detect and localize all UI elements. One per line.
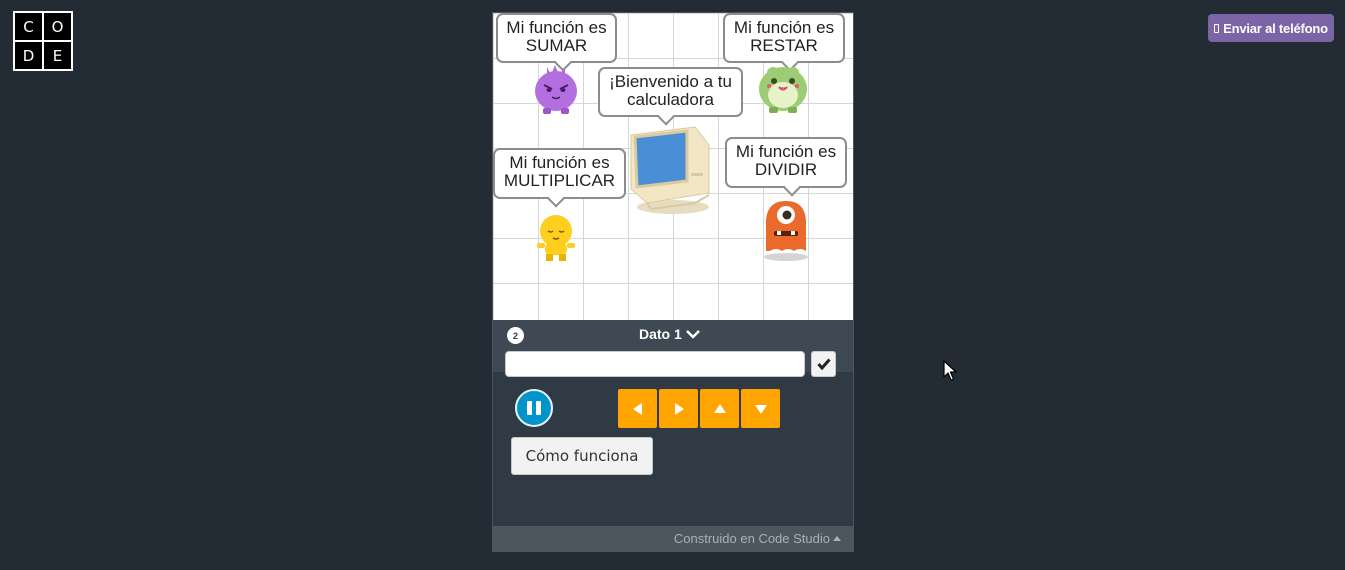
computer-sprite — [630, 126, 710, 214]
speech-bubble-divide: Mi función es DIVIDIR — [725, 137, 847, 188]
speech-bubble-add: Mi función es SUMAR — [496, 13, 617, 63]
step-badge: 2 — [507, 327, 524, 344]
bubble-line: SUMAR — [525, 36, 588, 55]
speech-bubble-welcome: ¡Bienvenido a tu calculadora — [598, 67, 743, 117]
check-icon — [816, 358, 831, 370]
bubble-line: RESTAR — [750, 36, 818, 55]
footer-label: Construido en Code Studio — [673, 531, 830, 546]
speech-bubble-multiply: Mi función es MULTIPLICAR — [493, 148, 626, 199]
pause-icon — [527, 401, 532, 415]
arrow-controls — [618, 389, 780, 428]
purple-monster-sprite — [535, 65, 577, 114]
app-frame: Mi función es SUMAR Mi función es RESTAR — [492, 12, 854, 552]
up-arrow-button[interactable] — [700, 389, 739, 428]
logo-letter: C — [15, 13, 42, 40]
bubble-line: Mi función es — [733, 18, 835, 37]
arrow-down-icon — [754, 404, 767, 414]
green-monster-sprite — [759, 67, 807, 113]
code-logo[interactable]: C O D E — [13, 11, 73, 71]
phone-icon — [1214, 23, 1220, 33]
right-arrow-button[interactable] — [659, 389, 698, 428]
caret-up-icon — [833, 536, 841, 541]
code-studio-footer[interactable]: Construido en Code Studio — [493, 526, 853, 551]
bubble-line: Mi función es — [506, 18, 607, 37]
yellow-character-sprite — [537, 215, 575, 261]
logo-letter: D — [15, 42, 42, 69]
dato-dropdown[interactable]: Dato 1 — [639, 326, 700, 342]
send-to-phone-button[interactable]: Enviar al teléfono — [1208, 14, 1334, 42]
arrow-right-icon — [674, 402, 684, 415]
logo-letter: O — [44, 13, 71, 40]
chevron-down-icon — [685, 330, 700, 339]
arrow-left-icon — [632, 402, 642, 415]
left-arrow-button[interactable] — [618, 389, 657, 428]
pause-button[interactable] — [515, 389, 553, 427]
dato-label: Dato 1 — [639, 326, 682, 342]
bubble-line: MULTIPLICAR — [503, 171, 616, 190]
send-to-phone-label: Enviar al teléfono — [1223, 20, 1328, 36]
logo-letter: E — [44, 42, 71, 69]
bubble-line: Mi función es — [735, 142, 837, 161]
bubble-line: ¡Bienvenido a tu — [609, 72, 732, 91]
speech-bubble-subtract: Mi función es RESTAR — [723, 13, 845, 63]
submit-answer-button[interactable] — [811, 351, 836, 377]
pause-icon — [536, 401, 541, 415]
mouse-cursor-icon — [943, 360, 957, 381]
bubble-line: DIVIDIR — [754, 160, 818, 179]
answer-input[interactable] — [505, 351, 805, 377]
orange-monster-sprite — [764, 201, 808, 261]
instructions-bar: 2 Dato 1 — [493, 320, 853, 377]
how-it-works-button[interactable]: Cómo funciona — [511, 437, 653, 475]
play-stage[interactable]: Mi función es SUMAR Mi función es RESTAR — [493, 13, 853, 320]
bubble-line: calculadora — [627, 90, 714, 109]
arrow-up-icon — [713, 403, 726, 413]
down-arrow-button[interactable] — [741, 389, 780, 428]
bubble-line: Mi función es — [509, 153, 610, 172]
